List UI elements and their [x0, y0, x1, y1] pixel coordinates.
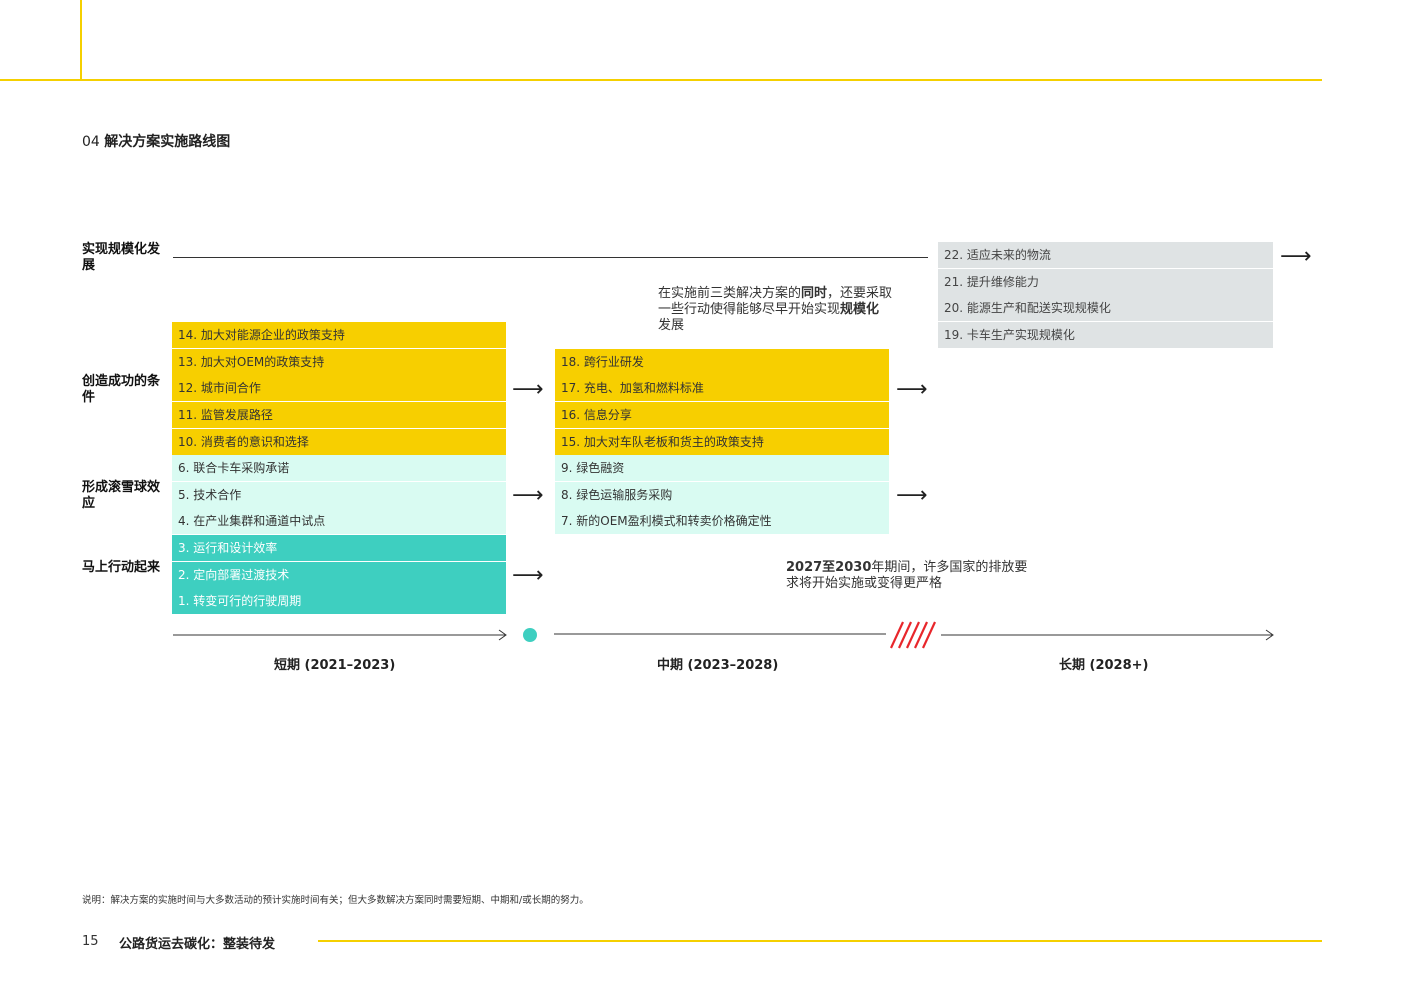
short-item-13: 13. 加大对OEM的政策支持 — [172, 349, 506, 375]
long-item-19: 19. 卡车生产实现规模化 — [938, 322, 1273, 348]
mid-item-15: 15. 加大对车队老板和货主的政策支持 — [555, 429, 889, 455]
mid-item-18: 18. 跨行业研发 — [555, 349, 889, 375]
section-title: 04 解决方案实施路线图 — [82, 131, 230, 151]
period-long: 长期 (2028+) — [1059, 658, 1149, 673]
arrow-right-icon: ⟶ — [896, 483, 928, 508]
header-vertical-rule — [80, 0, 82, 80]
arrow-right-icon: ⟶ — [512, 377, 544, 402]
footnote: 说明：解决方案的实施时间与大多数活动的预计实施时间有关；但大多数解决方案同时需要… — [82, 895, 589, 906]
row-label-scale: 实现规模化发展 — [82, 242, 161, 273]
short-item-4: 4. 在产业集群和通道中试点 — [172, 508, 506, 534]
row-label-conditions: 创造成功的条件 — [82, 374, 161, 405]
section-title-text: 解决方案实施路线图 — [104, 134, 231, 150]
long-item-22: 22. 适应未来的物流 — [938, 242, 1273, 268]
period-mid: 中期 (2023–2028) — [657, 658, 779, 673]
timeline-dot-icon — [523, 628, 537, 642]
short-item-1: 1. 转变可行的行驶周期 — [172, 588, 506, 614]
short-item-6: 6. 联合卡车采购承诺 — [172, 455, 506, 481]
long-item-21: 21. 提升维修能力 — [938, 269, 1273, 295]
note-2027-2030: 2027至2030年期间，许多国家的排放要 求将开始实施或变得更严格 — [786, 560, 1028, 591]
note-simultaneous: 在实施前三类解决方案的同时，还要采取 一些行动使得能够尽早开始实现规模化 发展 — [658, 286, 893, 333]
mid-item-8: 8. 绿色运输服务采购 — [555, 482, 889, 508]
short-item-2: 2. 定向部署过渡技术 — [172, 562, 506, 588]
footer-rule — [318, 940, 1322, 942]
scale-timeline-line — [173, 257, 928, 258]
period-timeline — [173, 621, 1274, 649]
short-item-12: 12. 城市间合作 — [172, 375, 506, 401]
section-number: 04 — [82, 134, 100, 150]
long-item-20: 20. 能源生产和配送实现规模化 — [938, 295, 1273, 321]
page-number: 15 — [82, 934, 99, 949]
header-horizontal-rule — [0, 79, 1322, 81]
short-item-3: 3. 运行和设计效率 — [172, 535, 506, 561]
mid-item-9: 9. 绿色融资 — [555, 455, 889, 481]
row-label-act-now: 马上行动起来 — [82, 560, 161, 575]
mid-item-16: 16. 信息分享 — [555, 402, 889, 428]
break-hatch-icon — [890, 621, 936, 649]
short-item-11: 11. 监管发展路径 — [172, 402, 506, 428]
arrow-right-icon: ⟶ — [512, 483, 544, 508]
short-item-14: 14. 加大对能源企业的政策支持 — [172, 322, 506, 348]
short-item-5: 5. 技术合作 — [172, 482, 506, 508]
arrow-right-icon: ⟶ — [512, 563, 544, 588]
arrow-right-icon: ⟶ — [1280, 244, 1312, 269]
mid-item-7: 7. 新的OEM盈利模式和转卖价格确定性 — [555, 508, 889, 534]
arrow-right-icon: ⟶ — [896, 377, 928, 402]
short-item-10: 10. 消费者的意识和选择 — [172, 429, 506, 455]
mid-item-17: 17. 充电、加氢和燃料标准 — [555, 375, 889, 401]
row-label-snowball: 形成滚雪球效应 — [82, 480, 161, 511]
document-title: 公路货运去碳化：整装待发 — [119, 937, 276, 952]
period-short: 短期 (2021–2023) — [274, 658, 396, 673]
